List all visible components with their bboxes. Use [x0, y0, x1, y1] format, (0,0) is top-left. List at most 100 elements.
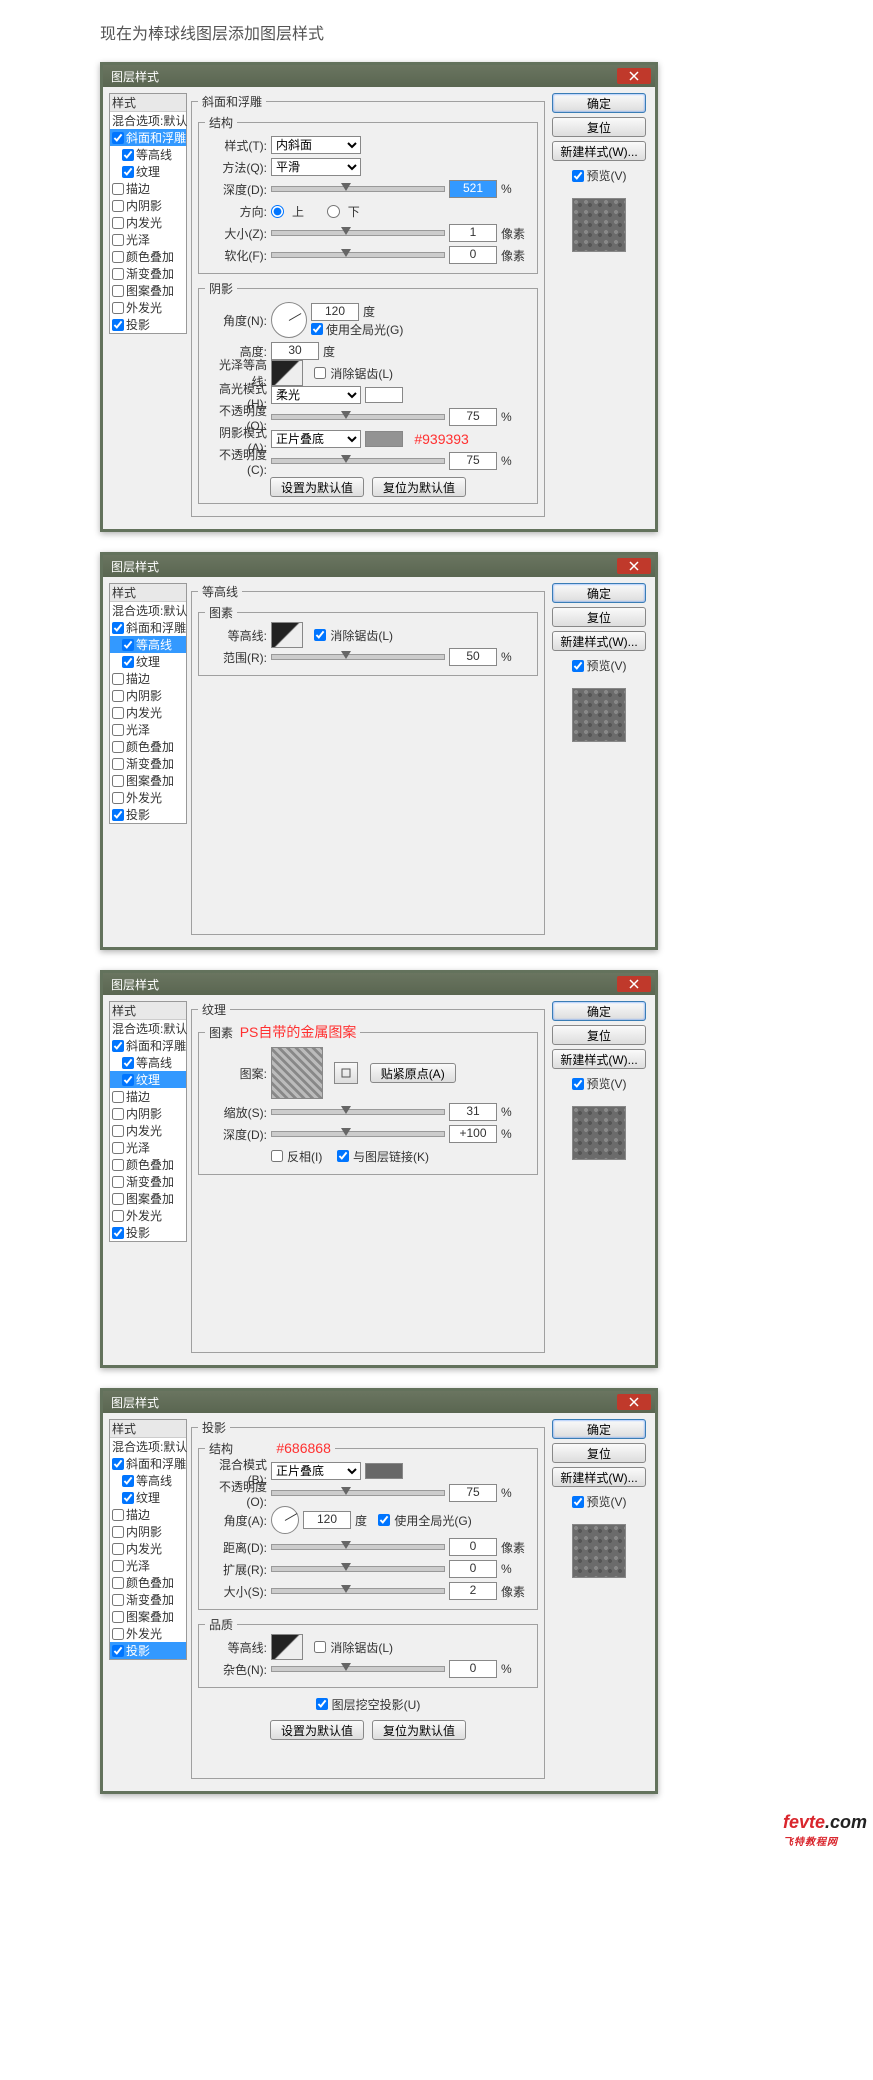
new-style-button[interactable]: 新建样式(W)...: [552, 1049, 646, 1069]
style-color-overlay[interactable]: 颜色叠加: [110, 248, 186, 265]
blend-options[interactable]: 混合选项:默认: [110, 602, 186, 619]
shadow-opacity-slider[interactable]: [271, 458, 445, 464]
close-button[interactable]: [617, 558, 651, 574]
style-bevel[interactable]: 斜面和浮雕: [110, 1455, 186, 1472]
snap-origin-button[interactable]: 贴紧原点(A): [370, 1063, 456, 1083]
shadow-opacity-value[interactable]: 75: [449, 452, 497, 470]
angle-wheel[interactable]: [271, 1506, 299, 1534]
style-bevel[interactable]: 斜面和浮雕: [110, 1037, 186, 1054]
noise-value[interactable]: 0: [449, 1660, 497, 1678]
color-overlay-checkbox[interactable]: [112, 251, 124, 263]
style-gradient-overlay[interactable]: 渐变叠加: [110, 1173, 186, 1190]
style-inner-glow[interactable]: 内发光: [110, 704, 186, 721]
styles-header[interactable]: 样式: [110, 1002, 186, 1020]
style-outer-glow[interactable]: 外发光: [110, 299, 186, 316]
reset-default-button[interactable]: 复位为默认值: [372, 477, 466, 497]
set-default-button[interactable]: 设置为默认值: [270, 477, 364, 497]
style-pattern-overlay[interactable]: 图案叠加: [110, 1190, 186, 1207]
style-color-overlay[interactable]: 颜色叠加: [110, 1574, 186, 1591]
gradient-overlay-checkbox[interactable]: [112, 268, 124, 280]
style-inner-glow[interactable]: 内发光: [110, 1540, 186, 1557]
distance-slider[interactable]: [271, 1544, 445, 1550]
style-texture[interactable]: 纹理: [110, 163, 186, 180]
style-stroke[interactable]: 描边: [110, 180, 186, 197]
style-contour[interactable]: 等高线: [110, 1054, 186, 1071]
size-value[interactable]: 1: [449, 224, 497, 242]
link-layer-checkbox[interactable]: [337, 1150, 349, 1162]
style-inner-shadow[interactable]: 内阴影: [110, 1105, 186, 1122]
spread-slider[interactable]: [271, 1566, 445, 1572]
styles-header[interactable]: 样式: [110, 1420, 186, 1438]
style-drop-shadow[interactable]: 投影: [110, 316, 186, 333]
titlebar[interactable]: 图层样式: [103, 973, 655, 995]
styles-header[interactable]: 样式: [110, 584, 186, 602]
highlight-opacity-slider[interactable]: [271, 414, 445, 420]
texture-checkbox[interactable]: [122, 166, 134, 178]
cancel-button[interactable]: 复位: [552, 607, 646, 627]
dir-up-radio[interactable]: [271, 205, 284, 218]
style-color-overlay[interactable]: 颜色叠加: [110, 1156, 186, 1173]
style-texture[interactable]: 纹理: [110, 653, 186, 670]
style-color-overlay[interactable]: 颜色叠加: [110, 738, 186, 755]
style-pattern-overlay[interactable]: 图案叠加: [110, 282, 186, 299]
new-style-button[interactable]: 新建样式(W)...: [552, 141, 646, 161]
drop-shadow-checkbox[interactable]: [112, 319, 124, 331]
spread-value[interactable]: 0: [449, 1560, 497, 1578]
range-slider[interactable]: [271, 654, 445, 660]
blend-options[interactable]: 混合选项:默认: [110, 1020, 186, 1037]
cancel-button[interactable]: 复位: [552, 117, 646, 137]
cancel-button[interactable]: 复位: [552, 1025, 646, 1045]
global-light-checkbox[interactable]: [311, 323, 323, 335]
size-value[interactable]: 2: [449, 1582, 497, 1600]
style-drop-shadow[interactable]: 投影: [110, 1642, 186, 1659]
soften-value[interactable]: 0: [449, 246, 497, 264]
antialias-checkbox[interactable]: [314, 1641, 326, 1653]
global-light-checkbox[interactable]: [378, 1514, 390, 1526]
close-button[interactable]: [617, 68, 651, 84]
depth-slider[interactable]: [271, 186, 445, 192]
pattern-overlay-checkbox[interactable]: [112, 285, 124, 297]
angle-value[interactable]: 120: [303, 1511, 351, 1529]
technique-select[interactable]: 平滑: [271, 158, 361, 176]
blend-options[interactable]: 混合选项:默认: [110, 112, 186, 129]
style-contour[interactable]: 等高线: [110, 146, 186, 163]
pattern-swatch[interactable]: [271, 1047, 323, 1099]
style-gradient-overlay[interactable]: 渐变叠加: [110, 265, 186, 282]
preview-checkbox[interactable]: [572, 170, 584, 182]
close-button[interactable]: [617, 976, 651, 992]
knockout-checkbox[interactable]: [316, 1698, 328, 1710]
outer-glow-checkbox[interactable]: [112, 302, 124, 314]
altitude-value[interactable]: 30: [271, 342, 319, 360]
ok-button[interactable]: 确定: [552, 1001, 646, 1021]
antialias-checkbox[interactable]: [314, 629, 326, 641]
contour-swatch[interactable]: [271, 1634, 303, 1660]
style-inner-shadow[interactable]: 内阴影: [110, 197, 186, 214]
size-slider[interactable]: [271, 230, 445, 236]
new-style-button[interactable]: 新建样式(W)...: [552, 1467, 646, 1487]
blend-options[interactable]: 混合选项:默认: [110, 1438, 186, 1455]
style-texture[interactable]: 纹理: [110, 1489, 186, 1506]
titlebar[interactable]: 图层样式: [103, 555, 655, 577]
blend-mode-select[interactable]: 正片叠底: [271, 1462, 361, 1480]
antialias-checkbox[interactable]: [314, 367, 326, 379]
style-pattern-overlay[interactable]: 图案叠加: [110, 772, 186, 789]
stroke-checkbox[interactable]: [112, 183, 124, 195]
depth-value[interactable]: +100: [449, 1125, 497, 1143]
shadow-color-swatch[interactable]: [365, 1463, 403, 1479]
titlebar[interactable]: 图层样式: [103, 1391, 655, 1413]
style-outer-glow[interactable]: 外发光: [110, 1625, 186, 1642]
style-stroke[interactable]: 描边: [110, 1088, 186, 1105]
satin-checkbox[interactable]: [112, 234, 124, 246]
soften-slider[interactable]: [271, 252, 445, 258]
style-bevel[interactable]: 斜面和浮雕: [110, 619, 186, 636]
style-texture[interactable]: 纹理: [110, 1071, 186, 1088]
opacity-slider[interactable]: [271, 1490, 445, 1496]
scale-slider[interactable]: [271, 1109, 445, 1115]
style-contour[interactable]: 等高线: [110, 636, 186, 653]
distance-value[interactable]: 0: [449, 1538, 497, 1556]
style-gradient-overlay[interactable]: 渐变叠加: [110, 1591, 186, 1608]
style-inner-shadow[interactable]: 内阴影: [110, 687, 186, 704]
contour-checkbox[interactable]: [122, 149, 134, 161]
cancel-button[interactable]: 复位: [552, 1443, 646, 1463]
style-inner-glow[interactable]: 内发光: [110, 214, 186, 231]
